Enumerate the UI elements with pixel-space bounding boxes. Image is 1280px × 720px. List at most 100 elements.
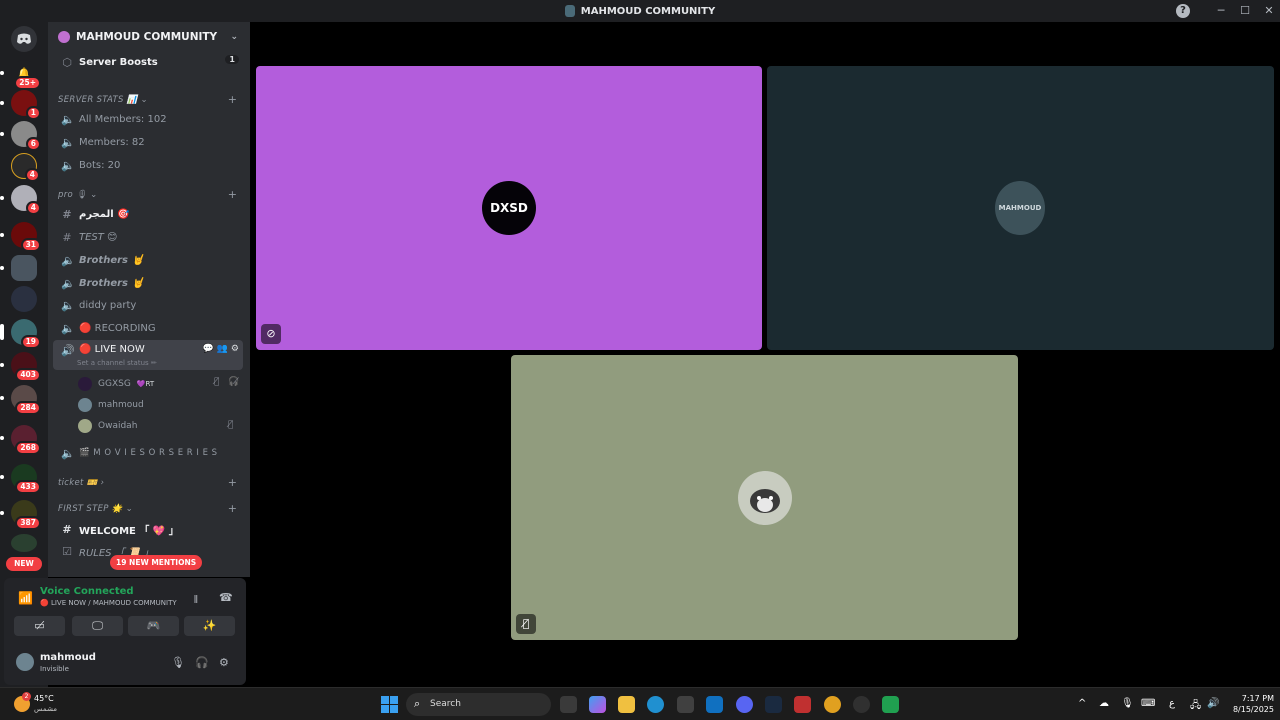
notification-bell-icon[interactable]: 🔔 25+ (0, 60, 41, 90)
server-icon[interactable]: 6 (0, 121, 41, 151)
weather-badge: 2 (22, 692, 31, 701)
add-channel-icon[interactable]: + (228, 476, 237, 489)
voice-location[interactable]: 🔴 LIVE NOW / MAHMOUD COMMUNITY (40, 599, 177, 607)
voice-member[interactable]: mahmoud (78, 395, 144, 415)
new-mentions-badge[interactable]: 19 NEW MENTIONS (110, 555, 203, 570)
invite-icon[interactable]: 👥 (217, 344, 228, 354)
channel-brothers[interactable]: 🔈 Brothers 🤘 (53, 249, 243, 271)
chat-icon[interactable]: 💬 (203, 344, 214, 354)
screen-share-button[interactable]: 🖵 (72, 616, 123, 636)
discord-home-icon[interactable] (11, 26, 37, 52)
server-icon[interactable]: 403 (0, 352, 41, 382)
participant-tile[interactable]: DXSD ⊘ (256, 66, 762, 350)
chevron-down-icon: ⌄ (230, 32, 238, 42)
voice-member[interactable]: GGXSG 💜RT (78, 374, 154, 394)
app-icon[interactable] (853, 696, 870, 713)
server-icon[interactable]: 4 (11, 153, 40, 182)
channel-almujrim[interactable]: # المجرم 🎯 (53, 203, 243, 225)
server-icon[interactable]: 4 (0, 185, 41, 215)
chrome-icon[interactable] (824, 696, 841, 713)
server-icon[interactable]: 387 (0, 500, 41, 530)
channel-status[interactable]: Set a channel status ✏ (77, 359, 157, 367)
channel-bots[interactable]: 🔈 Bots: 20 (53, 154, 243, 176)
server-icon[interactable] (11, 286, 37, 312)
channel-diddy-party[interactable]: 🔈 diddy party (53, 294, 243, 316)
gear-icon[interactable]: ⚙ (231, 344, 239, 354)
server-icon[interactable]: 31 (0, 222, 41, 252)
app-icon[interactable] (882, 696, 899, 713)
add-channel-icon[interactable]: + (228, 93, 237, 106)
server-icon[interactable] (0, 255, 37, 281)
store-icon[interactable] (677, 696, 694, 713)
unread-pill (0, 396, 4, 400)
speaker-icon: 🔈 (61, 158, 75, 172)
disconnect-icon[interactable]: ☎ (219, 591, 233, 604)
headphones-icon[interactable]: 🎧 (195, 656, 209, 669)
onedrive-icon[interactable]: ☁ (1099, 698, 1109, 709)
category-first-step[interactable]: FIRST STEP 🌟 ⌄ (58, 504, 133, 514)
server-icon[interactable] (11, 534, 37, 552)
activity-button[interactable]: 🎮 (128, 616, 179, 636)
channel-welcome[interactable]: # WELCOME 「 💖 」 (53, 518, 243, 540)
task-view-icon[interactable] (560, 696, 577, 713)
muted-mic-icon: 🎙̸ (516, 614, 536, 634)
speaker-icon: 🔈 (61, 321, 75, 335)
server-icon[interactable]: 19 (0, 319, 41, 349)
channel-members[interactable]: 🔈 Members: 82 (53, 131, 243, 153)
taskbar-search[interactable]: ⌕ Search (406, 693, 551, 716)
signal-icon[interactable]: 📶 (18, 591, 33, 605)
channel-test[interactable]: # TEST 😊 (53, 226, 243, 248)
server-icon[interactable]: 1 (0, 90, 41, 120)
keyboard-icon[interactable]: ⌨ (1141, 698, 1155, 709)
channel-all-members[interactable]: 🔈 All Members: 102 (53, 108, 243, 130)
maximize-button[interactable]: ☐ (1236, 2, 1254, 20)
weather-temp[interactable]: 45°C (34, 694, 54, 703)
voice-member[interactable]: Owaidah (78, 416, 137, 436)
channel-brothers[interactable]: 🔈 Brothers 🤘 (53, 272, 243, 294)
steam-icon[interactable] (765, 696, 782, 713)
server-badge: 25+ (14, 76, 41, 90)
volume-icon[interactable]: 🔊 (1207, 698, 1219, 709)
add-channel-icon[interactable]: + (228, 502, 237, 515)
outlook-icon[interactable] (706, 696, 723, 713)
speaker-icon: 🔈 (61, 276, 75, 290)
microphone-icon[interactable]: 🎙 (171, 656, 185, 669)
chevron-up-icon[interactable]: ^ (1078, 698, 1086, 709)
channel-movies[interactable]: 🔈 🎬 M O V I E S O R S E R I E S (53, 442, 243, 464)
file-explorer-icon[interactable] (618, 696, 635, 713)
video-off-button[interactable]: ▭̸ (14, 616, 65, 636)
server-boosts[interactable]: ⬡ Server Boosts 1 (53, 51, 243, 73)
app-icon[interactable] (794, 696, 811, 713)
voice-status[interactable]: Voice Connected (40, 586, 134, 597)
settings-gear-icon[interactable]: ⚙ (219, 656, 229, 669)
speaker-icon: 🔈 (61, 253, 75, 267)
channel-recording[interactable]: 🔈 🔴 RECORDING (53, 317, 243, 339)
copilot-icon[interactable] (589, 696, 606, 713)
rules-icon: ☑ (62, 544, 72, 558)
add-channel-icon[interactable]: + (228, 188, 237, 201)
server-header[interactable]: MAHMOUD COMMUNITY ⌄ (48, 22, 250, 52)
network-icon[interactable]: 🖧 (1190, 698, 1201, 715)
microphone-icon[interactable]: 🎙 (1121, 698, 1134, 709)
category-ticket[interactable]: ticket 🎫 › (58, 478, 104, 488)
category-server-stats[interactable]: SERVER STATS 📊 ⌄ (58, 95, 148, 105)
language-indicator[interactable]: ع (1169, 698, 1175, 709)
noise-suppression-icon[interactable]: 𝍪 (194, 591, 198, 610)
windows-start-icon[interactable] (381, 696, 398, 713)
discord-taskbar-icon[interactable] (736, 696, 753, 713)
speaker-icon: 🔈 (61, 112, 75, 126)
server-icon[interactable]: 284 (0, 385, 41, 415)
minimize-button[interactable]: ─ (1212, 2, 1230, 20)
server-icon[interactable]: 433 (0, 464, 41, 494)
new-badge[interactable]: NEW (6, 557, 42, 571)
participant-tile[interactable]: MAHMOUD (767, 66, 1274, 350)
taskbar-clock[interactable]: 7:17 PM 8/15/2025 (1222, 693, 1274, 715)
server-icon[interactable]: 268 (0, 425, 41, 455)
boost-count: 1 (225, 55, 239, 64)
help-icon[interactable]: ? (1176, 4, 1190, 18)
participant-tile[interactable]: 🎙̸ (511, 355, 1018, 640)
soundboard-button[interactable]: ✨ (184, 616, 235, 636)
category-pro[interactable]: pro 🎙 ⌄ (58, 190, 98, 200)
edge-icon[interactable] (647, 696, 664, 713)
close-button[interactable]: ✕ (1260, 2, 1278, 20)
